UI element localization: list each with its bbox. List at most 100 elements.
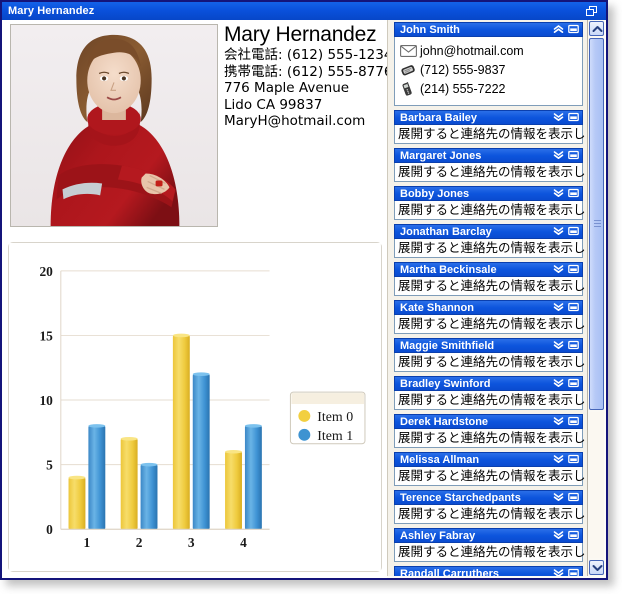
contact-panel-title: Margaret Jones (400, 149, 482, 162)
contact-panel-title: Bradley Swinford (400, 377, 491, 390)
contact-panel: John Smith john@hotmail.com (712) 555-9837… (394, 22, 583, 106)
contact-name: Mary Hernandez (224, 23, 377, 46)
chevron-double-down-icon[interactable] (552, 415, 566, 428)
contact-panel-body: 展開すると連絡先の情報を表示します (394, 391, 587, 410)
scrollbar-track[interactable] (589, 412, 604, 558)
chevron-double-down-icon[interactable] (552, 529, 566, 542)
contact-panel-header[interactable]: Ashley Fabray (394, 528, 583, 543)
contact-panel-header[interactable]: Randall Carruthers (394, 566, 583, 576)
contact-detail-row: (712) 555-9837 (400, 61, 577, 79)
collapsed-hint-text: 展開すると連絡先の情報を表示します (398, 354, 587, 369)
contact-panel-body: 展開すると連絡先の情報を表示します (394, 505, 587, 524)
vertical-scrollbar[interactable] (587, 20, 604, 576)
contact-panel-body: john@hotmail.com (712) 555-9837 (214) 555-… (394, 37, 583, 106)
contact-panel-title: Martha Beckinsale (400, 263, 497, 276)
minimize-icon[interactable] (567, 263, 581, 276)
minimize-icon[interactable] (567, 225, 581, 238)
y-tick-label: 20 (39, 264, 53, 279)
scrollbar-thumb[interactable] (589, 38, 604, 410)
minimize-icon[interactable] (567, 415, 581, 428)
chevron-double-down-icon[interactable] (552, 339, 566, 352)
contact-panel-header[interactable]: Bradley Swinford (394, 376, 583, 391)
bar (244, 425, 262, 530)
minimize-icon[interactable] (567, 491, 581, 504)
contact-panel-header[interactable]: Barbara Bailey (394, 110, 583, 125)
minimize-icon[interactable] (567, 301, 581, 314)
bar-cap (192, 372, 210, 376)
collapsed-hint-text: 展開すると連絡先の情報を表示します (398, 430, 587, 445)
chevron-double-down-icon[interactable] (552, 187, 566, 200)
contact-panel-header[interactable]: Martha Beckinsale (394, 262, 583, 277)
envelope-icon (400, 44, 420, 59)
chevron-double-up-icon[interactable] (552, 23, 566, 36)
contact-panel-title: Jonathan Barclay (400, 225, 492, 238)
bar (140, 464, 158, 530)
contact-panel-header[interactable]: John Smith (394, 22, 583, 37)
restore-icon[interactable] (585, 4, 602, 18)
minimize-icon[interactable] (567, 453, 581, 466)
chevron-double-down-icon[interactable] (552, 377, 566, 390)
contact-panel-title: Barbara Bailey (400, 111, 478, 124)
minimize-icon[interactable] (567, 111, 581, 124)
contact-address-line2: Lido CA 99837 (224, 96, 323, 113)
accordion-list: John Smith john@hotmail.com (712) 555-9837… (388, 20, 587, 576)
chevron-double-down-icon[interactable] (552, 225, 566, 238)
minimize-icon[interactable] (567, 187, 581, 200)
contact-panel-header[interactable]: Bobby Jones (394, 186, 583, 201)
contact-panel-body: 展開すると連絡先の情報を表示します (394, 467, 587, 486)
minimize-icon[interactable] (567, 529, 581, 542)
contact-panel-header[interactable]: Derek Hardstone (394, 414, 583, 429)
contact-detail-row: john@hotmail.com (400, 42, 577, 60)
contact-email: MaryH@hotmail.com (224, 113, 366, 129)
contact-mobile-phone: 携帯電話: (612) 555-8776 (224, 64, 387, 81)
contact-panel: Barbara Bailey 展開すると連絡先の情報を表示します (394, 110, 587, 144)
contact-panel-title: Kate Shannon (400, 301, 474, 314)
contact-panel-title: John Smith (400, 23, 460, 36)
contacts-accordion-pane: John Smith john@hotmail.com (712) 555-9837… (387, 20, 604, 576)
contact-panel-header[interactable]: Margaret Jones (394, 148, 583, 163)
x-tick-label: 3 (188, 535, 195, 550)
minimize-icon[interactable] (567, 567, 581, 576)
minimize-icon[interactable] (567, 377, 581, 390)
chevron-double-down-icon[interactable] (552, 149, 566, 162)
contact-panel-title: Derek Hardstone (400, 415, 489, 428)
y-tick-label: 5 (46, 458, 53, 473)
minimize-icon[interactable] (567, 23, 581, 36)
chevron-double-down-icon[interactable] (552, 111, 566, 124)
contact-panel: Ashley Fabray 展開すると連絡先の情報を表示します (394, 528, 587, 562)
contact-panel-header[interactable]: Maggie Smithfield (394, 338, 583, 353)
bar-cap (140, 462, 158, 467)
chevron-double-down-icon[interactable] (552, 453, 566, 466)
chevron-down-icon[interactable] (589, 560, 604, 575)
contact-panel-header[interactable]: Kate Shannon (394, 300, 583, 315)
contact-card: Mary Hernandez 会社電話: (612) 555-1234 携帯電話… (2, 20, 387, 236)
contact-detail-row: (214) 555-7222 (400, 80, 577, 98)
minimize-icon[interactable] (567, 149, 581, 162)
chevron-double-down-icon[interactable] (552, 567, 566, 576)
window-title: Mary Hernandez (8, 5, 95, 17)
contact-panel-body: 展開すると連絡先の情報を表示します (394, 315, 587, 334)
contact-panel-header[interactable]: Jonathan Barclay (394, 224, 583, 239)
x-tick-label: 2 (136, 535, 143, 550)
contact-panel-header[interactable]: Terence Starchedpants (394, 490, 583, 505)
contact-work-phone: 会社電話: (612) 555-1234 (224, 47, 387, 64)
application-window: Mary Hernandez Mary Hernandez 会社電話: (612… (0, 0, 608, 580)
contact-panel-body: 展開すると連絡先の情報を表示します (394, 239, 587, 258)
legend-label: Item 1 (317, 429, 353, 444)
contact-panel-body: 展開すると連絡先の情報を表示します (394, 429, 587, 448)
chevron-double-down-icon[interactable] (552, 491, 566, 504)
screen: Mary Hernandez Mary Hernandez 会社電話: (612… (0, 0, 622, 594)
scrollbar-grip (594, 220, 601, 229)
contact-panel-header[interactable]: Melissa Allman (394, 452, 583, 467)
chevron-double-down-icon[interactable] (552, 301, 566, 314)
mobile-phone-icon (400, 80, 420, 97)
contact-panel-title: Maggie Smithfield (400, 339, 495, 352)
chevron-up-icon[interactable] (589, 21, 604, 36)
contact-panel-title: Melissa Allman (400, 453, 480, 466)
collapsed-hint-text: 展開すると連絡先の情報を表示します (398, 164, 587, 179)
minimize-icon[interactable] (567, 339, 581, 352)
contact-detail-value: (712) 555-9837 (420, 63, 506, 77)
contact-panel-body: 展開すると連絡先の情報を表示します (394, 277, 587, 296)
chevron-double-down-icon[interactable] (552, 263, 566, 276)
contact-panel-body: 展開すると連絡先の情報を表示します (394, 163, 587, 182)
